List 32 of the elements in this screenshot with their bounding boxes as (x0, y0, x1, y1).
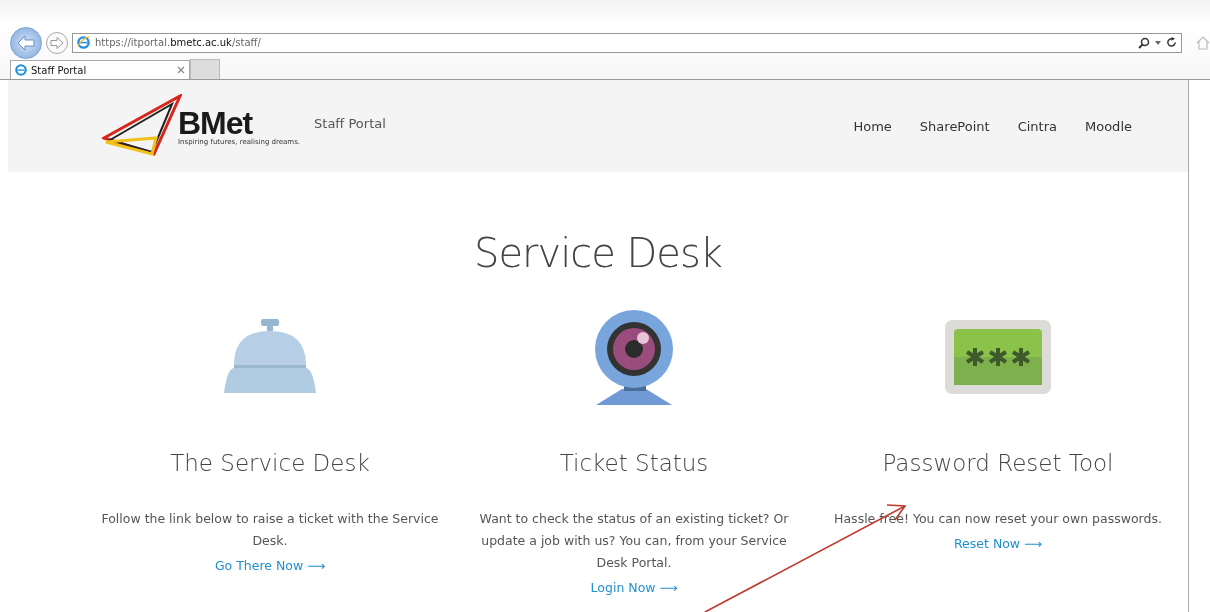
forward-button[interactable] (46, 31, 68, 54)
nav-link[interactable]: Cintra (1017, 118, 1057, 134)
nav-link[interactable]: Moodle (1085, 118, 1132, 134)
back-arrow-icon (16, 34, 36, 51)
browser-tab[interactable]: Staff Portal (10, 60, 190, 79)
address-bar[interactable]: https://itportal.bmetc.ac.uk/staff/ (72, 32, 1182, 53)
card-link[interactable]: Go There Now ⟶ (214, 558, 326, 573)
card-heading: Ticket Status (559, 450, 709, 476)
back-button[interactable] (10, 26, 42, 59)
card-description: Follow the link below to raise a ticket with the Service Desk. (100, 510, 440, 550)
webcam-icon (594, 309, 674, 405)
card-heading: The Service Desk (170, 450, 370, 476)
close-icon[interactable] (177, 66, 185, 74)
home-icon[interactable] (1196, 35, 1210, 50)
nav-link[interactable]: Home (853, 118, 892, 134)
password-icon (945, 320, 1051, 394)
forward-arrow-icon (50, 36, 64, 49)
refresh-icon[interactable] (1166, 37, 1177, 48)
page-title: Service Desk (473, 230, 723, 276)
card-link[interactable]: Reset Now ⟶ (954, 536, 1042, 551)
card-link[interactable]: Login Now ⟶ (590, 580, 678, 595)
url-text: https://itportal.bmetc.ac.uk/staff/ (95, 37, 262, 48)
search-icon[interactable] (1138, 36, 1150, 49)
card-description: Hassle free! You can now reset your own passwords. (834, 510, 1162, 528)
brand-name: BMet (178, 108, 253, 138)
card-heading: Password Reset Tool (882, 450, 1114, 476)
nav-link[interactable]: SharePoint (919, 118, 990, 134)
dropdown-icon[interactable] (1155, 40, 1161, 45)
card-description: Want to check the status of an existing ticket? Or update a job with us? You can, from your Service Desk Portal. (478, 510, 790, 572)
browser-logo-icon (77, 36, 90, 49)
site-name: Staff Portal (314, 115, 386, 131)
browser-logo-icon (15, 64, 27, 76)
